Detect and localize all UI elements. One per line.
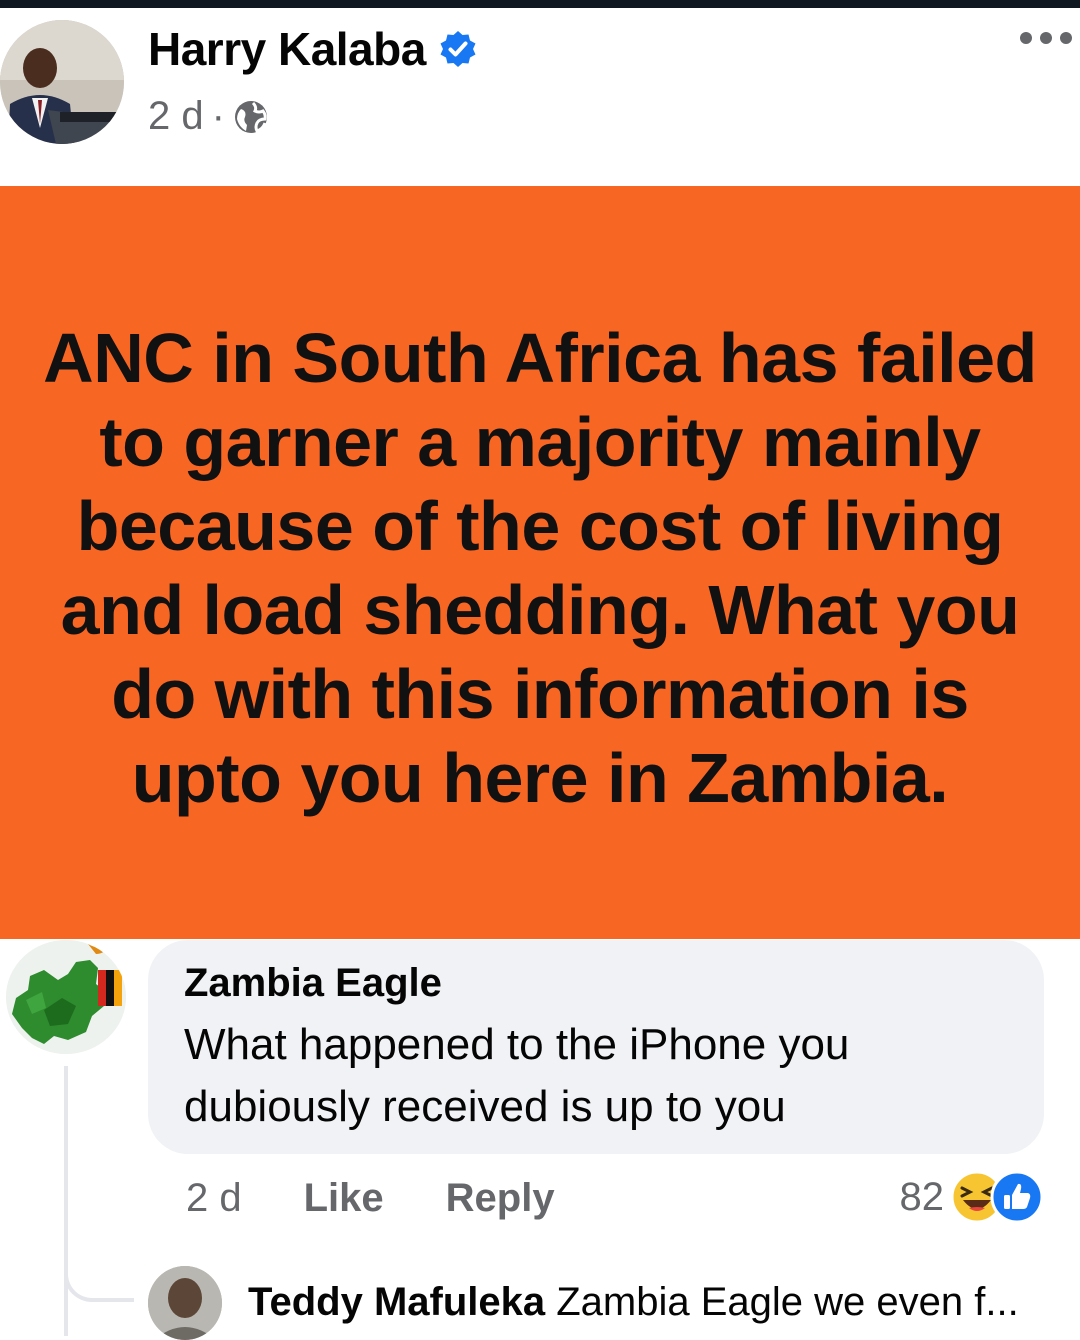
thumbs-up-icon xyxy=(990,1170,1044,1224)
zambia-map-logo-icon xyxy=(6,940,126,1054)
reply-button[interactable]: Reply xyxy=(446,1176,555,1221)
thread-line xyxy=(64,1066,68,1336)
author-avatar-image xyxy=(0,20,124,144)
comment-text: What happened to the iPhone you dubiousl… xyxy=(184,1020,850,1131)
post-text: ANC in South Africa has failed to garner… xyxy=(43,318,1037,817)
more-options-icon[interactable] xyxy=(1020,32,1072,44)
comment-bubble: Zambia Eagle What happened to the iPhone… xyxy=(148,940,1044,1154)
reply-text: Zambia Eagle we even f... xyxy=(556,1280,1019,1324)
reaction-count: 82 xyxy=(899,1174,945,1219)
comment-time[interactable]: 2 d xyxy=(186,1176,242,1221)
more-dot xyxy=(1060,32,1072,44)
reply-avatar[interactable] xyxy=(148,1266,222,1340)
comment-reactions[interactable]: 82 xyxy=(900,1170,1045,1224)
author-avatar[interactable] xyxy=(0,20,124,144)
more-dot xyxy=(1020,32,1032,44)
reply-author[interactable]: Teddy Mafuleka xyxy=(248,1280,545,1324)
post-time[interactable]: 2 d xyxy=(148,94,204,139)
post-meta: 2 d · xyxy=(148,94,269,139)
meta-separator: · xyxy=(211,94,225,138)
comment-actions: 2 d Like Reply xyxy=(186,1176,555,1221)
reply-preview[interactable]: Teddy Mafuleka Zambia Eagle we even f... xyxy=(248,1280,1019,1325)
post-text-card: ANC in South Africa has failed to garner… xyxy=(0,186,1080,939)
comment-author[interactable]: Zambia Eagle xyxy=(184,958,1008,1008)
status-bar xyxy=(0,0,1080,8)
post-author-name[interactable]: Harry Kalaba xyxy=(148,22,426,76)
comment-avatar[interactable] xyxy=(6,940,126,1054)
post-author[interactable]: Harry Kalaba xyxy=(148,22,478,76)
like-button[interactable]: Like xyxy=(304,1176,384,1221)
reply-avatar-image xyxy=(148,1266,222,1340)
thread-branch xyxy=(64,1240,134,1302)
verified-badge-icon xyxy=(440,31,476,67)
globe-icon xyxy=(234,100,267,133)
more-dot xyxy=(1040,32,1052,44)
